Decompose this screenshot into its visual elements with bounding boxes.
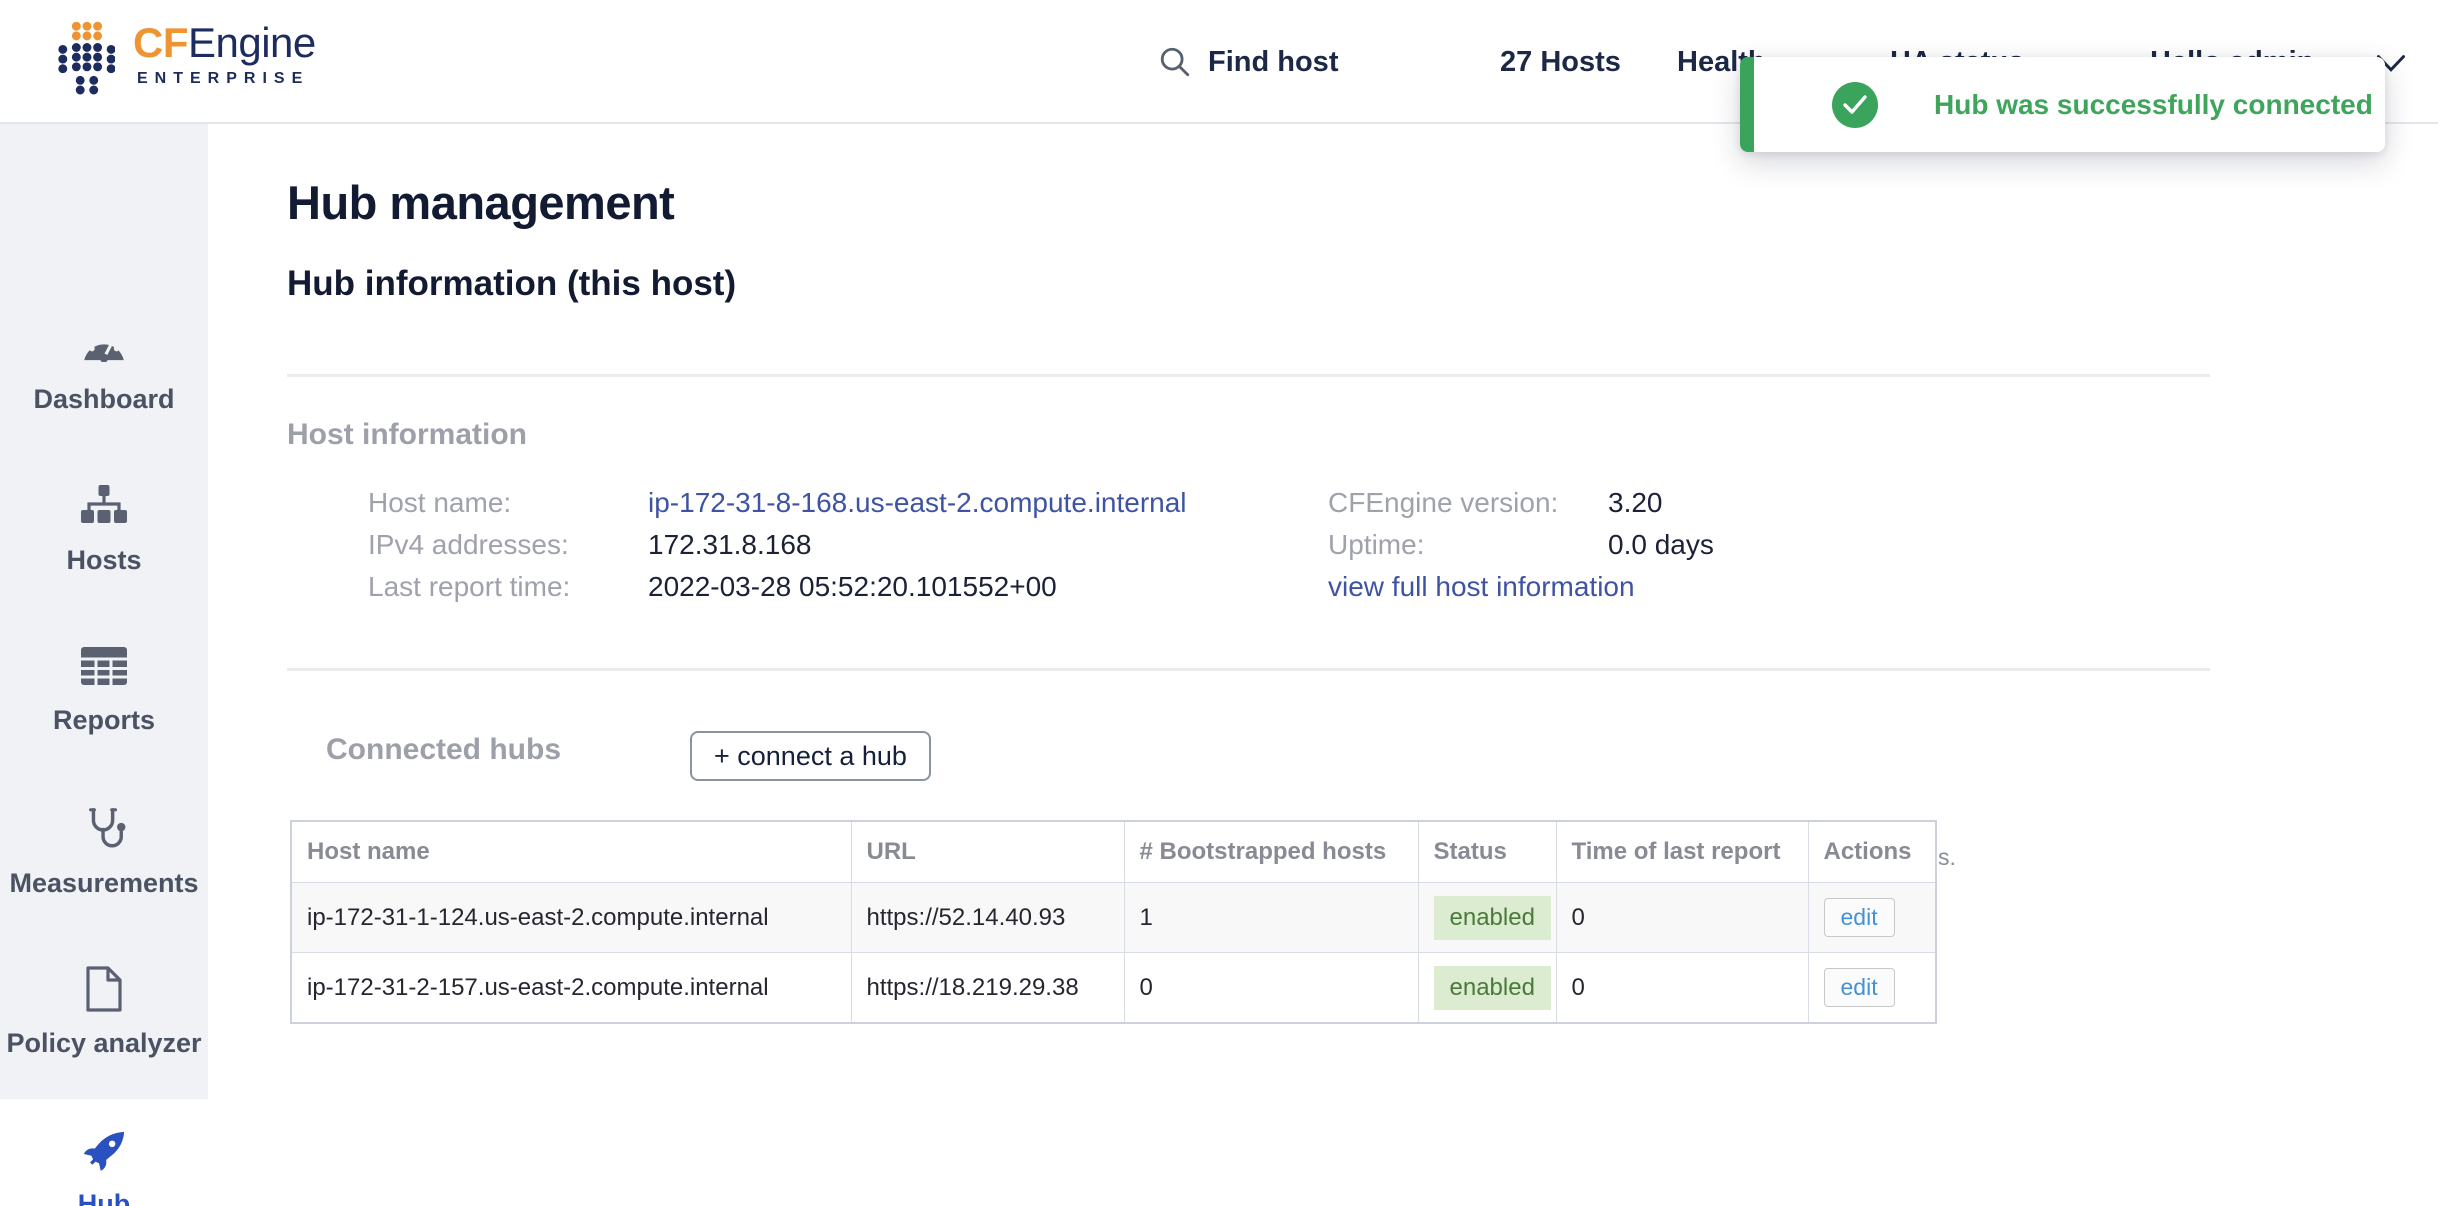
uptime-value: 0.0 days <box>1608 529 1714 561</box>
cell-bootstrapped: 0 <box>1124 953 1418 1024</box>
host-name-link[interactable]: ip-172-31-8-168.us-east-2.compute.intern… <box>648 487 1187 519</box>
cell-host-name: ip-172-31-2-157.us-east-2.compute.intern… <box>291 953 851 1024</box>
speedometer-icon <box>79 320 129 370</box>
page-subtitle: Hub information (this host) <box>287 264 736 304</box>
page-title: Hub management <box>287 175 674 230</box>
logo-text: CFEngine ENTERPRISE <box>133 20 316 88</box>
toast-message: Hub was successfully connected <box>1934 89 2373 121</box>
sidebar-item-reports[interactable]: Reports <box>0 641 208 738</box>
connect-a-hub-button[interactable]: + connect a hub <box>690 731 931 781</box>
cell-url: https://52.14.40.93 <box>851 883 1124 953</box>
stethoscope-icon <box>81 804 127 854</box>
toast-accent-bar <box>1740 57 1754 152</box>
connected-hubs-heading: Connected hubs <box>326 733 561 767</box>
status-badge: enabled <box>1434 896 1551 940</box>
col-url: URL <box>851 821 1124 883</box>
sidebar-item-label: Measurements <box>9 866 198 901</box>
sitemap-icon <box>80 481 128 531</box>
version-value: 3.20 <box>1608 487 1663 519</box>
cell-status: enabled <box>1418 883 1556 953</box>
hosts-count-nav[interactable]: 27 Hosts <box>1500 40 1621 84</box>
sidebar-item-label: Hub management <box>0 1187 208 1206</box>
sidebar-item-measurements[interactable]: Measurements <box>0 804 208 901</box>
search-icon <box>1158 44 1192 80</box>
table-row: ip-172-31-1-124.us-east-2.compute.intern… <box>291 883 1936 953</box>
cell-last-report: 0 <box>1556 883 1808 953</box>
ipv4-label: IPv4 addresses: <box>368 529 569 561</box>
uptime-label: Uptime: <box>1328 529 1424 561</box>
version-label: CFEngine version: <box>1328 487 1558 519</box>
find-host-nav[interactable]: Find host <box>1158 40 1338 84</box>
col-host-name: Host name <box>291 821 851 883</box>
table-header-row: Host name URL # Bootstrapped hosts Statu… <box>291 821 1936 883</box>
sidebar-item-label: Reports <box>53 703 155 738</box>
ipv4-value: 172.31.8.168 <box>648 529 812 561</box>
cell-last-report: 0 <box>1556 953 1808 1024</box>
sidebar-item-label: Hosts <box>66 543 141 578</box>
sidebar-item-label: Dashboard <box>33 382 174 417</box>
table-row: ip-172-31-2-157.us-east-2.compute.intern… <box>291 953 1936 1024</box>
last-report-value: 2022-03-28 05:52:20.101552+00 <box>648 571 1057 603</box>
sidebar-item-dashboard[interactable]: Dashboard <box>0 320 208 417</box>
last-report-label: Last report time: <box>368 571 570 603</box>
sidebar: Dashboard Hosts <box>0 124 208 1206</box>
col-actions: Actions <box>1808 821 1936 883</box>
table-icon <box>80 641 128 691</box>
cfengine-logo[interactable]: CFEngine ENTERPRISE <box>57 20 316 102</box>
status-badge: enabled <box>1434 966 1551 1010</box>
connected-hubs-table: Host name URL # Bootstrapped hosts Statu… <box>290 820 1937 1024</box>
success-toast: Hub was successfully connected <box>1740 57 2385 152</box>
divider <box>287 374 2210 377</box>
rocket-icon <box>81 1127 127 1177</box>
sidebar-item-label: Policy analyzer <box>6 1026 201 1061</box>
main-content: Hub management Hub information (this hos… <box>208 124 2438 1206</box>
cell-actions: edit <box>1808 953 1936 1024</box>
edit-button[interactable]: edit <box>1824 968 1895 1007</box>
logo-cf: CF <box>133 19 188 66</box>
cell-actions: edit <box>1808 883 1936 953</box>
cell-host-name: ip-172-31-1-124.us-east-2.compute.intern… <box>291 883 851 953</box>
document-icon <box>85 964 123 1014</box>
col-last-report: Time of last report <box>1556 821 1808 883</box>
cfengine-dot-robot-icon <box>57 20 115 102</box>
screen: CFEngine ENTERPRISE Find host 27 Hosts H… <box>0 0 2438 1206</box>
col-status: Status <box>1418 821 1556 883</box>
cell-status: enabled <box>1418 953 1556 1024</box>
cell-bootstrapped: 1 <box>1124 883 1418 953</box>
logo-engine: Engine <box>188 19 316 66</box>
find-host-label: Find host <box>1208 40 1338 84</box>
sidebar-item-hub-management[interactable]: Hub management <box>0 1099 208 1206</box>
host-name-label: Host name: <box>368 487 511 519</box>
col-bootstrapped: # Bootstrapped hosts <box>1124 821 1418 883</box>
edit-button[interactable]: edit <box>1824 898 1895 937</box>
stray-text: s. <box>1938 844 1956 871</box>
host-information-heading: Host information <box>287 418 527 452</box>
check-circle-icon <box>1832 82 1878 128</box>
sidebar-item-hosts[interactable]: Hosts <box>0 481 208 578</box>
logo-enterprise: ENTERPRISE <box>137 70 316 88</box>
view-full-host-information-link[interactable]: view full host information <box>1328 571 1635 603</box>
cell-url: https://18.219.29.38 <box>851 953 1124 1024</box>
sidebar-item-policy-analyzer[interactable]: Policy analyzer <box>0 964 208 1061</box>
divider <box>287 668 2210 671</box>
